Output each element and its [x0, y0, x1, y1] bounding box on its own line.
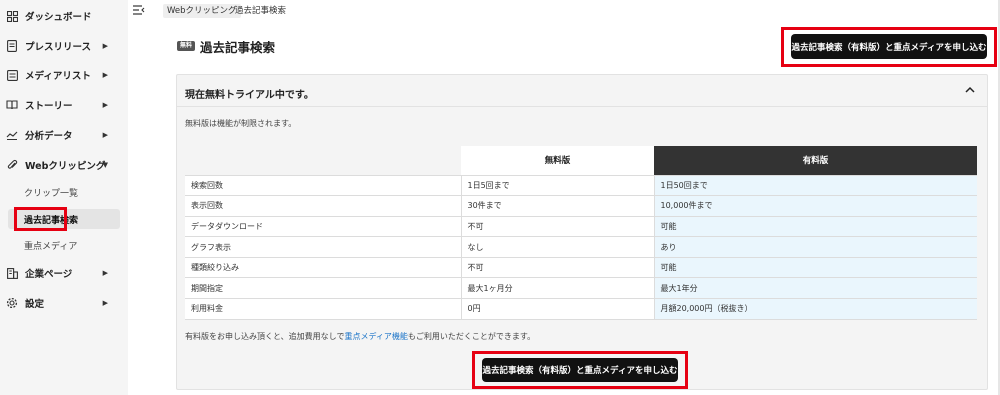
- sidebar-item-web-clipping[interactable]: Webクリッピング ▼: [6, 154, 120, 176]
- sidebar-item-media-list[interactable]: メディアリスト ▶: [6, 64, 120, 86]
- sidebar-item-label: プレスリリース: [25, 42, 92, 53]
- sidebar-item-settings[interactable]: 設定 ▶: [6, 292, 120, 314]
- feature-cell: データダウンロード: [185, 215, 461, 238]
- free-cell: なし: [460, 236, 654, 258]
- sidebar-item-label: 企業ページ: [25, 269, 73, 280]
- free-cell: 最大1ヶ月分: [460, 277, 654, 300]
- sidebar-item-dashboard[interactable]: ダッシュボード: [6, 5, 120, 27]
- dashboard-icon: [6, 10, 18, 22]
- table-row: 利用料金 0円 月額20,000円（税抜き）: [185, 298, 977, 320]
- table-row: 表示回数 30件まで 10,000件まで: [185, 195, 977, 217]
- sidebar-item-company-page[interactable]: 企業ページ ▶: [6, 262, 120, 284]
- feature-cell: グラフ表示: [185, 236, 461, 258]
- sidebar-item-analytics[interactable]: 分析データ ▶: [6, 124, 120, 146]
- paid-cell: 可能: [653, 256, 977, 279]
- free-cell: 1日5回まで: [460, 174, 654, 197]
- sidebar-subitem-label: 重点メディア: [24, 241, 78, 252]
- feature-cell: 利用料金: [185, 298, 461, 320]
- free-badge: 無料: [177, 41, 196, 51]
- sidebar-subitem-label: 過去記事検索: [24, 215, 79, 226]
- chevron-right-icon: ▶: [102, 71, 108, 79]
- table-header-blank: [185, 146, 461, 175]
- sidebar-subitem-label: クリップ一覧: [24, 188, 79, 199]
- chevron-down-icon: ▼: [102, 161, 108, 169]
- table-row: データダウンロード 不可 可能: [185, 215, 977, 238]
- building-icon: [6, 267, 18, 279]
- document-icon: [6, 40, 18, 52]
- plan-comparison-table: 無料版 有料版 検索回数 1日5回まで 1日50回まで 表示回数 30件まで 1…: [185, 146, 977, 320]
- sidebar-subitem-priority-media[interactable]: 重点メディア: [8, 235, 120, 255]
- table-header-row: 無料版 有料版: [185, 146, 977, 175]
- table-header-free: 無料版: [461, 146, 654, 175]
- page-title: 過去記事検索: [200, 40, 276, 55]
- paid-cell: 可能: [653, 215, 977, 238]
- sidebar-item-label: ダッシュボード: [25, 12, 92, 23]
- sidebar-item-label: Webクリッピング: [25, 161, 106, 172]
- footnote: 有料版をお申し込み頂くと、追加費用なしで重点メディア機能もご利用いただくことがで…: [185, 331, 535, 342]
- paperclip-icon: [6, 159, 18, 171]
- paid-cell: 10,000件まで: [653, 195, 977, 217]
- sidebar-collapse-icon[interactable]: [133, 5, 145, 15]
- chart-line-icon: [6, 129, 18, 141]
- free-cell: 不可: [460, 215, 654, 238]
- priority-media-link[interactable]: 重点メディア機能: [344, 332, 407, 341]
- footnote-text-post: もご利用いただくことができます。: [407, 332, 536, 341]
- chevron-right-icon: ▶: [102, 42, 108, 50]
- chevron-right-icon: ▶: [102, 269, 108, 277]
- panel-title: 現在無料トライアル中です。: [185, 90, 314, 101]
- sidebar-item-label: ストーリー: [25, 101, 73, 112]
- paid-cell: 最大1年分: [653, 277, 977, 300]
- list-icon: [6, 69, 18, 81]
- table-row: 種類絞り込み 不可 可能: [185, 256, 977, 279]
- trial-panel: 現在無料トライアル中です。 無料版は機能が制限されます。 無料版 有料版 検索回…: [176, 74, 988, 390]
- table-row: 検索回数 1日5回まで 1日50回まで: [185, 174, 977, 197]
- sidebar-subitem-past-article-search[interactable]: 過去記事検索: [8, 209, 120, 229]
- sidebar-item-label: 設定: [25, 299, 45, 310]
- feature-cell: 種類絞り込み: [185, 256, 461, 279]
- book-icon: [6, 99, 18, 111]
- table-row: 期間指定 最大1ヶ月分 最大1年分: [185, 277, 977, 300]
- free-cell: 0円: [460, 298, 654, 320]
- apply-paid-button-bottom[interactable]: 過去記事検索（有料版）と重点メディアを申し込む: [482, 358, 678, 382]
- sidebar-item-press-release[interactable]: プレスリリース ▶: [6, 35, 120, 57]
- sidebar-subitem-clip-list[interactable]: クリップ一覧: [8, 182, 120, 202]
- paid-cell: 1日50回まで: [653, 174, 977, 197]
- chevron-right-icon: ▶: [102, 131, 108, 139]
- footnote-text-pre: 有料版をお申し込み頂くと、追加費用なしで: [185, 332, 345, 341]
- paid-cell: 月額20,000円（税抜き）: [653, 298, 977, 320]
- feature-cell: 表示回数: [185, 195, 461, 217]
- limitation-notice: 無料版は機能が制限されます。: [185, 119, 297, 128]
- chevron-right-icon: ▶: [102, 299, 108, 307]
- panel-header[interactable]: 現在無料トライアル中です。: [177, 75, 987, 107]
- feature-cell: 期間指定: [185, 277, 461, 300]
- free-cell: 30件まで: [460, 195, 654, 217]
- table-header-paid: 有料版: [654, 146, 977, 175]
- sidebar: ダッシュボード プレスリリース ▶ メディアリスト ▶ ストーリー ▶ 分析デー…: [0, 0, 128, 395]
- paid-cell: あり: [653, 236, 977, 258]
- free-cell: 不可: [460, 256, 654, 279]
- feature-cell: 検索回数: [185, 174, 461, 197]
- breadcrumb-parent[interactable]: Webクリッピング: [163, 4, 241, 18]
- sidebar-item-story[interactable]: ストーリー ▶: [6, 94, 120, 116]
- breadcrumb-current: 過去記事検索: [235, 6, 287, 16]
- gear-icon: [6, 297, 18, 309]
- chevron-right-icon: ▶: [102, 101, 108, 109]
- sidebar-item-label: メディアリスト: [25, 71, 91, 82]
- table-row: グラフ表示 なし あり: [185, 236, 977, 258]
- chevron-up-icon[interactable]: [965, 86, 975, 94]
- apply-paid-button-top[interactable]: 過去記事検索（有料版）と重点メディアを申し込む: [791, 34, 987, 59]
- sidebar-item-label: 分析データ: [25, 131, 73, 142]
